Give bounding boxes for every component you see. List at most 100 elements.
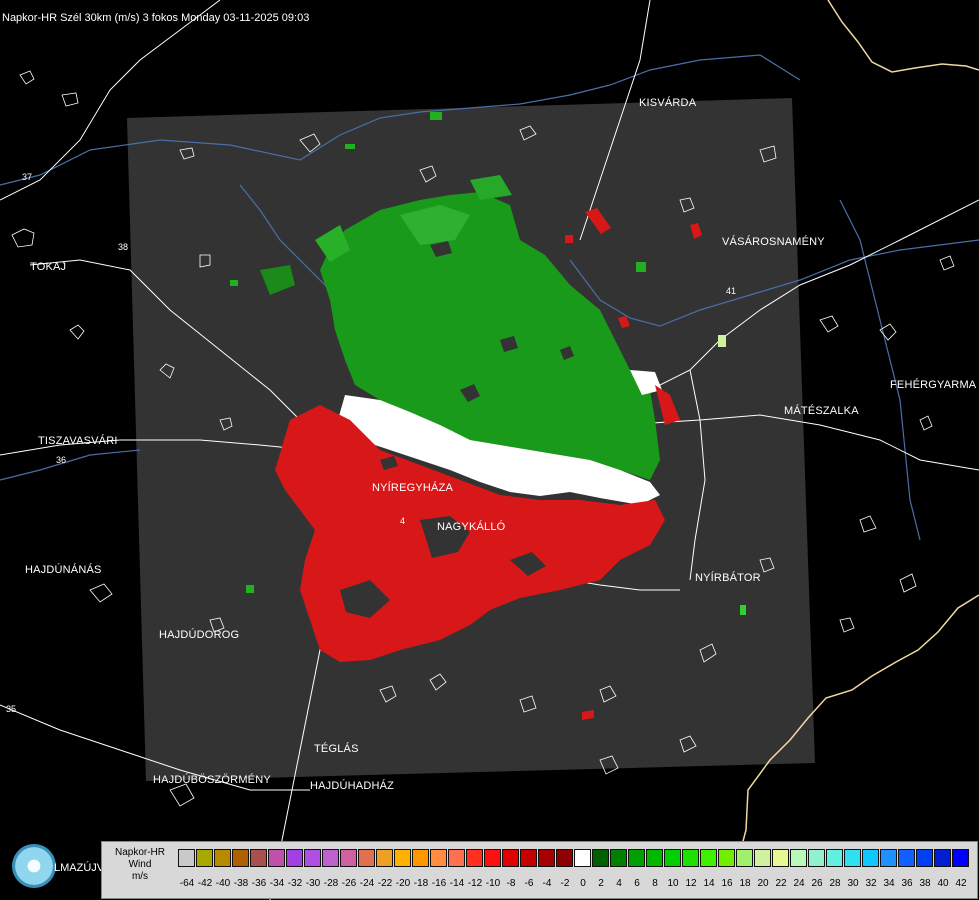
legend-tick-label: 4 (616, 878, 622, 889)
legend-swatch (736, 849, 753, 867)
legend-swatch (916, 849, 933, 867)
legend-tick-label: -4 (542, 878, 552, 889)
legend-swatch (754, 849, 771, 867)
legend-tick-label: -16 (431, 878, 447, 889)
legend-label: Napkor-HR Wind m/s (104, 847, 176, 883)
legend-tick-label: 18 (739, 878, 751, 889)
road-number-35: 35 (6, 704, 16, 714)
legend-swatch (268, 849, 285, 867)
legend-swatch (700, 849, 717, 867)
legend-tick-label: -24 (359, 878, 375, 889)
legend-tick-label: 6 (634, 878, 640, 889)
city-label-hajdunanas: HAJDÚNÁNÁS (25, 564, 102, 576)
legend-label-variable: Wind (128, 859, 152, 870)
city-label-hajduhadhaz: HAJDÚHADHÁZ (310, 780, 395, 792)
road-number-41: 41 (726, 286, 736, 296)
legend-swatch (880, 849, 897, 867)
wind-legend: Napkor-HR Wind m/s -64 -42 -40 -38 -36 -34 -32… (101, 841, 978, 899)
legend-swatch (844, 849, 861, 867)
legend-tick-label: 28 (829, 878, 841, 889)
legend-tick-label: 8 (652, 878, 658, 889)
legend-tick-label: 38 (919, 878, 931, 889)
legend-swatch (556, 849, 573, 867)
legend-tick-label: -64 (179, 878, 195, 889)
legend-label-unit: m/s (131, 871, 149, 882)
map-title: Napkor-HR Szél 30km (m/s) 3 fokos Monday… (2, 12, 310, 24)
legend-tick-label: -28 (323, 878, 339, 889)
legend-tick-label: -18 (413, 878, 429, 889)
legend-swatch (520, 849, 537, 867)
legend-swatch (934, 849, 951, 867)
legend-swatch (466, 849, 483, 867)
legend-swatch (286, 849, 303, 867)
legend-swatches (178, 849, 970, 867)
road-number-37: 37 (22, 172, 32, 182)
legend-tick-label: 26 (811, 878, 823, 889)
legend-tick-label: 22 (775, 878, 787, 889)
legend-ticks: -64 -42 -40 -38 -36 -34 -32 -30 -28 -26 -24 -22 -20-… (178, 878, 970, 889)
legend-swatch (718, 849, 735, 867)
legend-swatch (682, 849, 699, 867)
legend-swatch (664, 849, 681, 867)
legend-tick-label: -10 (485, 878, 501, 889)
legend-swatch (322, 849, 339, 867)
legend-tick-label: 30 (847, 878, 859, 889)
legend-swatch (484, 849, 501, 867)
legend-swatch (646, 849, 663, 867)
legend-swatch (610, 849, 627, 867)
legend-swatch (772, 849, 789, 867)
legend-swatch (862, 849, 879, 867)
legend-tick-label: -2 (560, 878, 570, 889)
legend-tick-label: -14 (449, 878, 465, 889)
legend-tick-label: 0 (580, 878, 586, 889)
legend-swatch (808, 849, 825, 867)
legend-swatch (898, 849, 915, 867)
city-label-hajduboszormeny: HAJDÚBÖSZÖRMÉNY (153, 774, 271, 786)
legend-tick-label: -22 (377, 878, 393, 889)
legend-tick-label: -12 (467, 878, 483, 889)
legend-swatch (250, 849, 267, 867)
legend-tick-label: 14 (703, 878, 715, 889)
legend-swatch (340, 849, 357, 867)
legend-swatch (178, 849, 195, 867)
legend-label-source: Napkor-HR (114, 847, 165, 858)
napkor-logo-icon (12, 844, 56, 888)
legend-swatch (502, 849, 519, 867)
legend-tick-label: 34 (883, 878, 895, 889)
legend-tick-label: 42 (955, 878, 967, 889)
legend-tick-label: -8 (506, 878, 516, 889)
legend-tick-label: 36 (901, 878, 913, 889)
road-number-36: 36 (56, 455, 66, 465)
city-label-nyirbator: NYÍRBÁTOR (695, 572, 761, 584)
city-label-tokaj: TOKAJ (30, 261, 67, 273)
city-label-tiszavasvari: TISZAVASVÁRI (38, 435, 118, 447)
legend-swatch (304, 849, 321, 867)
legend-swatch (826, 849, 843, 867)
legend-swatch (628, 849, 645, 867)
radar-map: 37 38 36 4 41 35 (0, 0, 979, 900)
legend-swatch (430, 849, 447, 867)
legend-tick-label: -38 (233, 878, 249, 889)
city-label-vasarosnameny: VÁSÁROSNAMÉNY (722, 236, 825, 248)
city-label-fehergyarmat: FEHÉRGYARMA (890, 379, 977, 391)
legend-tick-label: -30 (305, 878, 321, 889)
legend-swatch (232, 849, 249, 867)
legend-swatch (358, 849, 375, 867)
city-label-nyiregyhaza: NYÍREGYHÁZA (372, 482, 454, 494)
city-label-mateszalka: MÁTÉSZALKA (784, 405, 859, 417)
legend-tick-label: 20 (757, 878, 769, 889)
legend-swatch (448, 849, 465, 867)
city-label-teglas: TÉGLÁS (314, 743, 359, 755)
legend-tick-label: -26 (341, 878, 357, 889)
city-label-hajdudorog: HAJDÚDOROG (159, 629, 240, 641)
legend-tick-label: 40 (937, 878, 949, 889)
legend-swatch (376, 849, 393, 867)
legend-swatch (592, 849, 609, 867)
legend-tick-label: 24 (793, 878, 805, 889)
legend-swatch (574, 849, 591, 867)
road-number-38: 38 (118, 242, 128, 252)
legend-tick-label: 10 (667, 878, 679, 889)
legend-tick-label: -32 (287, 878, 303, 889)
legend-swatch (790, 849, 807, 867)
legend-swatch (538, 849, 555, 867)
